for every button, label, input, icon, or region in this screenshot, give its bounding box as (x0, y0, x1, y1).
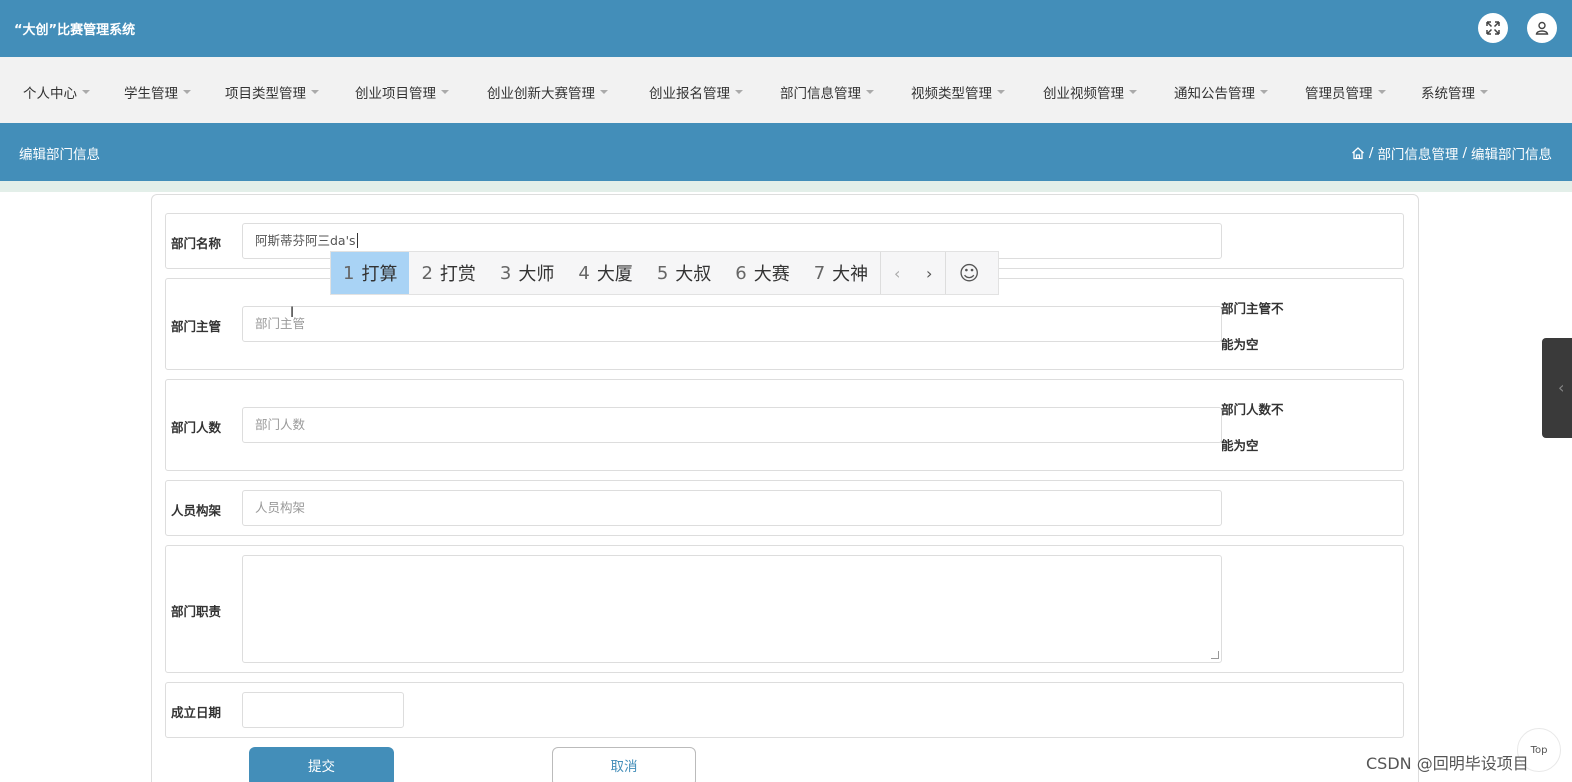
manager-label: 部门主管 (171, 319, 222, 334)
breadcrumb-departments[interactable]: 部门信息管理 (1377, 143, 1458, 163)
manager-error-line2: 能为空 (1221, 337, 1259, 352)
caret-down-icon (1129, 90, 1137, 94)
breadcrumb-current: 编辑部门信息 (1471, 147, 1552, 163)
page-header: 编辑部门信息 / 部门信息管理 / 编辑部门信息 (0, 123, 1572, 181)
count-error-line1: 部门人数不 (1221, 402, 1284, 417)
manager-input[interactable]: 部门主管 (242, 306, 1222, 342)
ime-next-icon[interactable]: › (913, 252, 945, 294)
side-panel-toggle[interactable]: ‹ (1542, 338, 1572, 438)
breadcrumb-separator: / (1368, 145, 1374, 161)
caret-down-icon (311, 90, 319, 94)
menu-item-admins[interactable]: 管理员管理 (1305, 82, 1386, 102)
count-input[interactable]: 部门人数 (242, 407, 1222, 443)
header-band (0, 181, 1572, 192)
main-menu: 个人中心 学生管理 项目类型管理 创业项目管理 创业创新大赛管理 创业报名管理 … (0, 57, 1572, 123)
page-title: 编辑部门信息 (19, 147, 100, 163)
chevron-left-icon: ‹ (1558, 378, 1565, 397)
menu-item-notices[interactable]: 通知公告管理 (1174, 82, 1268, 102)
home-icon[interactable] (1351, 146, 1365, 160)
menu-item-startup-projects[interactable]: 创业项目管理 (355, 82, 449, 102)
caret-down-icon (1260, 90, 1268, 94)
count-error-line2: 能为空 (1221, 438, 1259, 453)
duty-label: 部门职责 (171, 604, 222, 619)
caret-down-icon (1480, 90, 1488, 94)
top-bar: “大创”比赛管理系统 (0, 0, 1572, 57)
caret-down-icon (441, 90, 449, 94)
ime-candidate[interactable]: 2 打赏 (409, 252, 487, 294)
menu-item-personal-center[interactable]: 个人中心 (23, 82, 90, 102)
ime-candidate-bar: 1 打算 2 打赏 3 大师 4 大厦 5 大叔 6 大赛 7 大神 ‹ › ☺ (330, 251, 999, 295)
menu-item-system[interactable]: 系统管理 (1421, 82, 1488, 102)
menu-item-departments[interactable]: 部门信息管理 (780, 82, 874, 102)
caret-down-icon (82, 90, 90, 94)
menu-item-registrations[interactable]: 创业报名管理 (649, 82, 743, 102)
caret-down-icon (997, 90, 1005, 94)
date-label: 成立日期 (171, 705, 222, 720)
menu-item-students[interactable]: 学生管理 (124, 82, 191, 102)
submit-button[interactable]: 提交 (249, 747, 394, 782)
caret-down-icon (600, 90, 608, 94)
duty-textarea[interactable] (242, 555, 1222, 663)
text-cursor-icon: I (290, 305, 295, 321)
app-title: “大创”比赛管理系统 (14, 23, 136, 38)
menu-item-contests[interactable]: 创业创新大赛管理 (487, 82, 608, 102)
ime-candidate[interactable]: 1 打算 (331, 252, 410, 294)
ime-candidate[interactable]: 6 大赛 (723, 252, 801, 294)
caret-down-icon (1377, 90, 1386, 94)
manager-error-line1: 部门主管不 (1221, 301, 1284, 316)
count-label: 部门人数 (171, 420, 222, 435)
watermark: CSDN @回明毕设项目 (1366, 754, 1529, 773)
breadcrumb: / 部门信息管理 / 编辑部门信息 (1351, 143, 1552, 163)
caret-down-icon (866, 90, 874, 94)
user-icon[interactable] (1527, 13, 1557, 43)
ime-candidate[interactable]: 5 大叔 (645, 252, 723, 294)
resize-grip-icon[interactable] (1211, 651, 1219, 659)
caret-down-icon (183, 90, 191, 94)
ime-emoji-icon[interactable]: ☺ (946, 252, 992, 294)
menu-item-videos[interactable]: 创业视频管理 (1043, 82, 1137, 102)
date-input[interactable] (242, 692, 404, 728)
ime-prev-icon[interactable]: ‹ (881, 252, 913, 294)
ime-candidate[interactable]: 3 大师 (488, 252, 566, 294)
ime-candidate[interactable]: 7 大神 (802, 252, 880, 294)
structure-label: 人员构架 (171, 503, 222, 518)
name-label: 部门名称 (171, 236, 222, 251)
menu-item-video-types[interactable]: 视频类型管理 (911, 82, 1005, 102)
structure-input[interactable]: 人员构架 (242, 490, 1222, 526)
expand-icon[interactable] (1478, 13, 1508, 43)
ime-candidate[interactable]: 4 大厦 (566, 252, 644, 294)
caret-down-icon (735, 90, 743, 94)
menu-item-project-types[interactable]: 项目类型管理 (225, 82, 319, 102)
breadcrumb-separator: / (1462, 145, 1467, 161)
cancel-button[interactable]: 取消 (552, 747, 696, 782)
